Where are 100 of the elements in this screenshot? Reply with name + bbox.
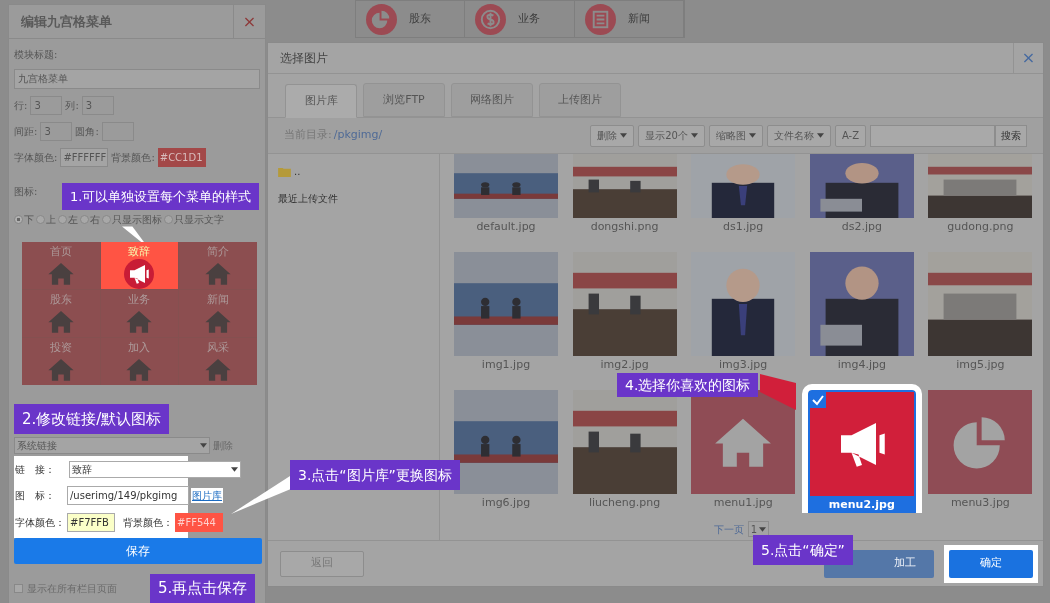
image-tile[interactable]: img1.jpg bbox=[452, 252, 560, 374]
file-name: default.jpg bbox=[476, 219, 536, 235]
cell-label: 投资 bbox=[49, 341, 72, 354]
file-name: liucheng.png bbox=[588, 495, 661, 511]
radio-option[interactable]: 只显示文字 bbox=[164, 212, 224, 227]
house-icon bbox=[46, 261, 75, 286]
cell-label: 风采 bbox=[207, 341, 230, 354]
field-label: 背景颜色： bbox=[123, 516, 173, 530]
image-tile[interactable]: gudong.png bbox=[926, 154, 1035, 236]
font-color-field[interactable]: #FFFFFF bbox=[60, 148, 109, 167]
save-button[interactable]: 保存 bbox=[14, 538, 262, 564]
instruction-tooltip: 1.可以单独设置每个菜单的样式 bbox=[62, 183, 260, 210]
file-name: menu2.jpg bbox=[828, 497, 895, 513]
tab[interactable]: 图片库 bbox=[285, 84, 357, 118]
tab[interactable]: 网络图片 bbox=[451, 83, 533, 117]
radio-option[interactable]: 只显示图标 bbox=[102, 212, 162, 227]
dialog-title: 选择图片 bbox=[279, 50, 328, 67]
close-button[interactable]: × bbox=[233, 4, 265, 39]
house-icon bbox=[204, 261, 233, 286]
file-name: img4.jpg bbox=[837, 357, 886, 373]
font-color-field[interactable]: #F7FFB bbox=[67, 513, 115, 532]
rows-field[interactable]: 3 bbox=[30, 96, 63, 115]
confirm-button[interactable]: 确定 bbox=[949, 549, 1033, 578]
tab[interactable]: 上传图片 bbox=[539, 83, 621, 117]
toolbar-button[interactable]: 删除 bbox=[590, 124, 635, 147]
house-icon bbox=[125, 357, 154, 382]
radio-option[interactable]: 右 bbox=[80, 212, 100, 227]
image-tile[interactable]: ds2.jpg bbox=[807, 154, 916, 236]
instruction-tooltip: 5.再点击保存 bbox=[150, 574, 256, 603]
panel-title: 编辑九宫格菜单 bbox=[20, 12, 112, 31]
image-tile[interactable]: default.jpg bbox=[452, 154, 560, 236]
menu-cell[interactable]: 新闻 bbox=[179, 290, 257, 337]
instruction-tooltip: 3.点击“图片库”更换图标 bbox=[290, 460, 460, 490]
folder-item[interactable]: 最近上传文件 bbox=[278, 191, 439, 206]
instruction-tooltip: 4.选择你喜欢的图标 bbox=[617, 373, 759, 397]
file-name: img3.jpg bbox=[719, 357, 768, 373]
radio-option[interactable]: 下 bbox=[14, 212, 34, 227]
field-label: 圆角: bbox=[75, 125, 99, 139]
cell-label: 业务 bbox=[128, 293, 151, 306]
toolbar-button[interactable]: 显示20个 bbox=[638, 124, 705, 147]
background-color-field[interactable]: #CC1D1 bbox=[157, 148, 206, 167]
menu-cell[interactable]: 加入 bbox=[100, 338, 179, 385]
columns-field[interactable]: 3 bbox=[81, 96, 114, 115]
toolbar-button[interactable]: A-Z bbox=[834, 124, 866, 147]
menu-cell[interactable]: 简介 bbox=[179, 242, 257, 289]
file-name: img2.jpg bbox=[600, 357, 649, 373]
instruction-tooltip: 5.点击“确定” bbox=[753, 535, 853, 565]
image-tile[interactable]: img2.jpg bbox=[570, 252, 679, 374]
gallery-link[interactable]: 图片库 bbox=[191, 488, 223, 503]
field-label: 背景颜色: bbox=[111, 151, 155, 165]
menu-label: 业务 bbox=[518, 10, 541, 27]
menu-cell[interactable]: 投资 bbox=[22, 338, 100, 385]
field-label: 字体颜色: bbox=[14, 151, 58, 165]
image-tile[interactable]: img3.jpg bbox=[689, 252, 798, 374]
close-button[interactable]: × bbox=[1013, 42, 1043, 74]
link-type-select[interactable]: 系统链接 bbox=[14, 437, 210, 454]
cell-label: 简介 bbox=[207, 245, 230, 258]
house-icon bbox=[204, 357, 233, 382]
document-icon bbox=[584, 3, 616, 35]
menu-cell[interactable]: 致辞 bbox=[100, 242, 179, 289]
field-label: 字体颜色： bbox=[15, 516, 65, 530]
spacing-field[interactable]: 3 bbox=[40, 122, 73, 141]
cell-label: 股东 bbox=[49, 293, 72, 306]
icon-path-field[interactable]: /userimg/149/pkgimg bbox=[67, 486, 189, 505]
menu-cell[interactable]: 风采 bbox=[179, 338, 257, 385]
title-field[interactable]: 九宫格菜单 bbox=[14, 69, 260, 89]
caret-icon bbox=[816, 133, 824, 138]
check-icon bbox=[809, 392, 826, 408]
menu-cell[interactable]: 股东 bbox=[22, 290, 100, 337]
checkbox[interactable] bbox=[14, 584, 23, 593]
path-link[interactable]: /pkgimg/ bbox=[333, 127, 383, 144]
toolbar-button[interactable]: 缩略图 bbox=[708, 124, 763, 147]
image-tile[interactable]: dongshi.png bbox=[570, 154, 679, 236]
menu-label: 新闻 bbox=[627, 10, 650, 27]
cell-label: 新闻 bbox=[207, 293, 230, 306]
folder-item[interactable]: .. bbox=[278, 164, 439, 179]
menu-cell[interactable]: 首页 bbox=[22, 242, 100, 289]
house-icon bbox=[204, 309, 233, 334]
menu-cell[interactable]: 业务 bbox=[100, 290, 179, 337]
house-icon bbox=[46, 357, 75, 382]
pie-chart-icon bbox=[366, 3, 397, 35]
background-color-field[interactable]: #FF544 bbox=[175, 513, 223, 532]
cell-label: 首页 bbox=[49, 245, 72, 258]
toolbar-button[interactable]: 文件名称 bbox=[766, 124, 831, 147]
caret-icon bbox=[231, 467, 238, 472]
file-name: dongshi.png bbox=[590, 219, 659, 235]
search-field[interactable] bbox=[870, 124, 995, 147]
field-label: 间距: bbox=[14, 125, 38, 139]
field-label: 图标: bbox=[14, 185, 38, 199]
search-button[interactable]: 搜索 bbox=[995, 124, 1027, 147]
radio-option[interactable]: 左 bbox=[58, 212, 78, 227]
file-name: ds2.jpg bbox=[841, 219, 882, 235]
instruction-tooltip: 2.修改链接/默认图标 bbox=[14, 404, 170, 434]
image-tile[interactable]: img4.jpg bbox=[807, 252, 916, 374]
image-tile[interactable]: img5.jpg bbox=[926, 252, 1035, 374]
image-tile[interactable]: ds1.jpg bbox=[689, 154, 798, 236]
caret-icon bbox=[759, 526, 767, 532]
link-select[interactable]: 致辞 bbox=[69, 461, 241, 478]
folder-icon bbox=[278, 166, 291, 177]
tab[interactable]: 浏览FTP bbox=[363, 83, 445, 117]
